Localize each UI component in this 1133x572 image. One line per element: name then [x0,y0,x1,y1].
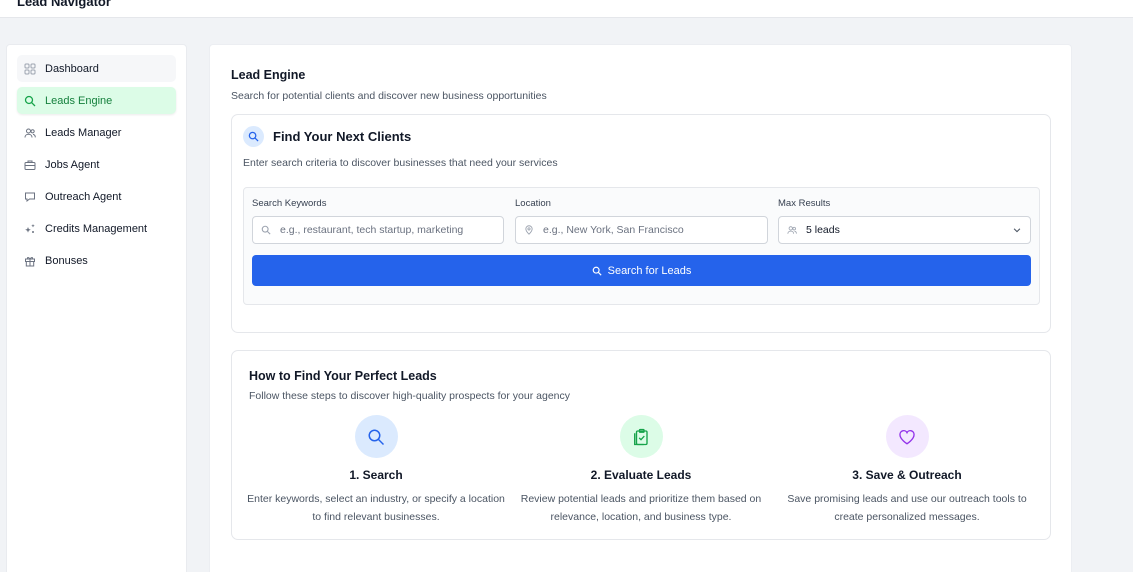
location-field[interactable] [515,216,768,244]
map-pin-icon [524,225,534,235]
chevron-down-icon [1012,225,1022,235]
sidebar-item-label: Leads Manager [45,126,122,139]
sidebar-item-label: Jobs Agent [45,158,100,171]
sidebar-item-leads-manager[interactable]: Leads Manager [17,119,176,146]
users-icon [24,127,36,139]
search-for-leads-button[interactable]: Search for Leads [252,255,1031,286]
max-results-select[interactable]: 5 leads [778,216,1031,244]
page-title: Lead Engine [231,68,306,82]
sidebar-item-label: Dashboard [45,62,99,75]
grid-icon [24,63,36,75]
clipboard-check-icon [619,415,663,458]
step-evaluate-leads: 2. Evaluate Leads Review potential leads… [511,415,771,526]
users-icon [787,225,797,235]
briefcase-icon [24,159,36,171]
sidebar-item-leads-engine[interactable]: Leads Engine [17,87,176,114]
sidebar-item-bonuses[interactable]: Bonuses [17,247,176,274]
step-title: 2. Evaluate Leads [590,468,692,482]
step-search: 1. Search Enter keywords, select an indu… [246,415,506,526]
search-card: Find Your Next Clients Enter search crit… [231,114,1051,333]
sidebar: Dashboard Leads Engine Leads Manager Job… [6,44,187,572]
step-text: Review potential leads and prioritize th… [520,493,762,523]
location-input[interactable] [543,224,767,236]
main-content: Lead Engine Search for potential clients… [209,44,1072,572]
search-card-title: Find Your Next Clients [273,129,412,144]
sidebar-item-label: Credits Management [45,222,148,235]
gift-icon [24,255,36,267]
max-results-label: Max Results [778,198,831,209]
message-icon [24,191,36,203]
top-bar: Lead Navigator [0,0,1133,18]
step-title: 3. Save & Outreach [852,468,962,482]
step-save-outreach: 3. Save & Outreach Save promising leads … [777,415,1037,526]
search-icon [261,225,271,235]
sparkles-icon [24,223,36,235]
search-form: Search Keywords Location Max Results 5 [243,187,1040,305]
search-icon [24,95,36,107]
sidebar-item-label: Outreach Agent [45,190,122,203]
sidebar-item-label: Leads Engine [45,94,113,107]
search-icon [592,266,602,276]
search-icon [354,415,398,458]
how-to-card: How to Find Your Perfect Leads Follow th… [231,350,1051,540]
how-to-description: Follow these steps to discover high-qual… [249,390,570,402]
how-to-title: How to Find Your Perfect Leads [249,369,437,383]
sidebar-item-jobs-agent[interactable]: Jobs Agent [17,151,176,178]
location-label: Location [515,198,551,209]
keywords-field[interactable] [252,216,504,244]
keywords-label: Search Keywords [252,198,327,209]
sidebar-item-credits-management[interactable]: Credits Management [17,215,176,242]
search-icon [243,126,264,147]
step-text: Enter keywords, select an industry, or s… [247,493,505,523]
search-card-description: Enter search criteria to discover busine… [243,157,558,169]
sidebar-item-dashboard[interactable]: Dashboard [17,55,176,82]
step-title: 1. Search [349,468,403,482]
sidebar-item-outreach-agent[interactable]: Outreach Agent [17,183,176,210]
search-button-label: Search for Leads [607,264,692,277]
max-results-value: 5 leads [806,224,840,236]
keywords-input[interactable] [280,224,503,236]
page-subtitle: Search for potential clients and discove… [231,90,547,102]
search-card-header: Find Your Next Clients [243,126,411,147]
sidebar-item-label: Bonuses [45,254,88,267]
heart-icon [885,415,929,458]
app-title: Lead Navigator [17,0,111,9]
step-text: Save promising leads and use our outreac… [787,493,1027,523]
